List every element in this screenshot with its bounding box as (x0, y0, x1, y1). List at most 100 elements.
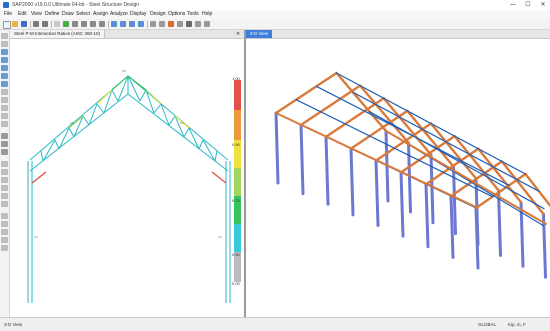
steel-column (301, 125, 303, 194)
show-undeformed-icon[interactable] (150, 21, 156, 27)
app-icon (3, 2, 9, 8)
more-tools-icon[interactable] (204, 21, 210, 27)
save-icon[interactable] (21, 21, 27, 27)
yz-plane-icon[interactable] (1, 229, 8, 235)
run-analysis-icon[interactable] (63, 21, 69, 27)
snap-lines-icon[interactable] (1, 193, 8, 199)
right-view-pane[interactable]: 3-D View (246, 30, 550, 317)
snap-fine-grid-icon[interactable] (1, 201, 8, 207)
draw-point-icon[interactable] (1, 89, 8, 95)
steel-column (326, 137, 328, 205)
draw-brace-icon[interactable] (1, 65, 8, 71)
tab-3d-view[interactable]: 3-D View (246, 30, 272, 38)
legend-tick-label: 1.00 (232, 76, 240, 81)
menu-display[interactable]: Display (130, 11, 146, 17)
toolbar-separator (30, 21, 31, 28)
legend-tick-label: 0.50 (232, 252, 240, 257)
svg-text:0.4: 0.4 (218, 236, 222, 239)
draw-rectangle-icon[interactable] (1, 81, 8, 87)
menu-design[interactable]: Design (150, 11, 166, 17)
quick-draw-frame-icon[interactable] (1, 57, 8, 63)
xy-view-icon[interactable] (120, 21, 126, 27)
design-icon[interactable] (186, 21, 192, 27)
options-icon[interactable] (195, 21, 201, 27)
menu-help[interactable]: Help (202, 11, 212, 17)
xy-plane-icon[interactable] (1, 213, 8, 219)
menu-file[interactable]: File (4, 11, 12, 17)
rubber-band-icon[interactable] (1, 237, 8, 243)
status-bar: 3-D View GLOBAL Kip, in, F (0, 317, 550, 331)
status-units[interactable]: Kip, in, F (508, 322, 526, 327)
3d-view-icon[interactable] (111, 21, 117, 27)
xz-plane-icon[interactable] (1, 221, 8, 227)
open-folder-icon[interactable] (12, 21, 18, 27)
zoom-window-icon[interactable] (72, 21, 78, 27)
show-deformed-icon[interactable] (159, 21, 165, 27)
xz-view-icon[interactable] (129, 21, 135, 27)
close-button[interactable]: ✕ (536, 0, 550, 10)
3d-structure-drawing (246, 38, 550, 317)
menu-analyze[interactable]: Analyze (110, 11, 128, 17)
select-all-icon[interactable] (1, 133, 8, 139)
legend-tick-label: 0.00 (232, 281, 240, 286)
steel-column (276, 113, 278, 183)
legend-swatch (234, 224, 241, 252)
snap-intersection-icon[interactable] (1, 177, 8, 183)
menu-tools[interactable]: Tools (187, 11, 199, 17)
menu-select[interactable]: Select (76, 11, 90, 17)
menu-assign[interactable]: Assign (93, 11, 108, 17)
legend-tick-label: 0.70 (232, 198, 240, 203)
show-tables-icon[interactable] (177, 21, 183, 27)
status-coord-system[interactable]: GLOBAL (478, 322, 496, 327)
purlin (370, 112, 545, 209)
svg-text:0.8: 0.8 (122, 70, 126, 73)
svg-text:0.6: 0.6 (180, 122, 184, 125)
menu-define[interactable]: Define (45, 11, 59, 17)
undo-icon[interactable] (33, 21, 39, 27)
new-model-icon[interactable] (3, 21, 11, 29)
menu-options[interactable]: Options (168, 11, 185, 17)
tab-pm-interaction[interactable]: Steel P-M Interaction Ratios (AISC 360-1… (10, 30, 105, 38)
yz-view-icon[interactable] (138, 21, 144, 27)
steel-column (351, 149, 353, 215)
main-toolbar (0, 19, 550, 30)
intersecting-line-icon[interactable] (1, 245, 8, 251)
reshape-icon[interactable] (1, 41, 8, 47)
pointer-icon[interactable] (1, 33, 8, 39)
steel-column (376, 161, 378, 226)
steel-column (454, 167, 456, 234)
menu-view[interactable]: View (31, 11, 42, 17)
lock-icon[interactable] (54, 21, 60, 27)
close-icon[interactable]: ✕ (236, 30, 240, 38)
window-title: SAP2000 v19.0.0 Ultimate 64-bit - Steel … (12, 2, 139, 8)
show-forces-icon[interactable] (168, 21, 174, 27)
toolbar-separator (108, 21, 109, 28)
menu-edit[interactable]: Edit (18, 11, 27, 17)
draw-frame-icon[interactable] (1, 49, 8, 55)
zoom-out-icon[interactable] (90, 21, 96, 27)
draw-dimension-icon[interactable] (1, 113, 8, 119)
maximize-button[interactable]: ☐ (521, 0, 535, 10)
get-previous-selection-icon[interactable] (1, 141, 8, 147)
redo-icon[interactable] (42, 21, 48, 27)
svg-text:0.6: 0.6 (70, 122, 74, 125)
menu-draw[interactable]: Draw (62, 11, 74, 17)
zoom-in-icon[interactable] (81, 21, 87, 27)
steel-column (451, 196, 453, 257)
frame-elevation-drawing: 0.40.4 0.60.6 0.8 (10, 38, 244, 317)
legend-swatch (234, 80, 241, 110)
legend-swatch (234, 110, 241, 140)
snap-joints-icon[interactable] (1, 161, 8, 167)
snap-midpoint-icon[interactable] (1, 169, 8, 175)
draw-toolbar (0, 30, 10, 317)
snap-perpendicular-icon[interactable] (1, 185, 8, 191)
clear-selection-icon[interactable] (1, 149, 8, 155)
pan-icon[interactable] (99, 21, 105, 27)
draw-special-joint-icon[interactable] (1, 121, 8, 127)
draw-link-icon[interactable] (1, 97, 8, 103)
left-view-pane[interactable]: Steel P-M Interaction Ratios (AISC 360-1… (10, 30, 246, 317)
draw-section-cut-icon[interactable] (1, 105, 8, 111)
draw-area-icon[interactable] (1, 73, 8, 79)
minimize-button[interactable]: — (506, 0, 520, 10)
steel-rafter (476, 174, 526, 208)
